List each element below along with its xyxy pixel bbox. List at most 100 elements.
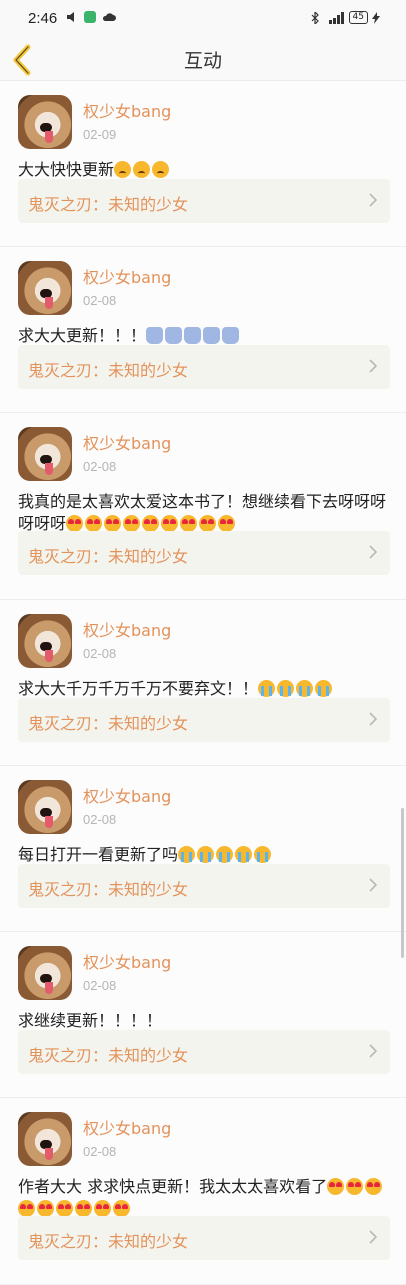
app-notification-icon: [84, 11, 96, 23]
username[interactable]: 权少女bang: [83, 783, 171, 807]
chevron-right-icon: [369, 712, 378, 726]
comment-text: 求继续更新！！！！: [18, 1010, 390, 1032]
love-emoji-icon: [327, 1178, 345, 1195]
love-emoji-icon: [346, 1178, 364, 1195]
love-emoji-icon: [113, 1200, 130, 1217]
cry-emoji-icon: [178, 846, 196, 863]
avatar[interactable]: [18, 261, 72, 315]
username[interactable]: 权少女bang: [83, 1115, 171, 1139]
cry-emoji-icon: [315, 680, 333, 697]
chevron-right-icon: [369, 1230, 378, 1244]
book-title: 鬼灭之刃：未知的少女: [28, 1046, 189, 1065]
list-item: 权少女bang 02-08 求继续更新！！！！ 鬼灭之刃：未知的少女: [0, 932, 406, 1098]
cry-emoji-icon: [258, 680, 276, 697]
status-right-icons: 45: [311, 11, 380, 24]
comment-date: 02-08: [83, 812, 117, 827]
love-emoji-icon: [161, 515, 179, 532]
book-title: 鬼灭之刃：未知的少女: [28, 547, 189, 566]
list-item: 权少女bang 02-08 求大大千万千万千万不要弃文！！ 鬼灭之刃：未知的少女: [0, 600, 406, 766]
love-emoji-icon: [94, 1200, 111, 1217]
book-link[interactable]: 鬼灭之刃：未知的少女: [18, 1216, 390, 1260]
comment-date: 02-08: [83, 293, 117, 308]
username[interactable]: 权少女bang: [83, 98, 171, 122]
list-item: 权少女bang 02-08 作者大大 求求快点更新！我太太太喜欢看了 鬼灭之刃：…: [0, 1098, 406, 1285]
list-item: 权少女bang 02-08 我真的是太喜欢太爱这本书了！想继续看下去呀呀呀呀呀呀…: [0, 413, 406, 600]
username[interactable]: 权少女bang: [83, 949, 171, 973]
chevron-right-icon: [369, 1044, 378, 1058]
chevron-right-icon: [369, 545, 378, 559]
love-emoji-icon: [142, 515, 160, 532]
chevron-right-icon: [369, 193, 378, 207]
comment-date: 02-09: [83, 127, 117, 142]
list-item: 权少女bang 02-09 大大快快更新 鬼灭之刃：未知的少女: [0, 81, 406, 247]
cry-emoji-icon: [254, 846, 272, 863]
avatar[interactable]: [18, 95, 72, 149]
cry-emoji-icon: [197, 846, 215, 863]
book-link[interactable]: 鬼灭之刃：未知的少女: [18, 179, 390, 223]
sad-emoji-icon: [114, 161, 132, 178]
avatar[interactable]: [18, 427, 72, 481]
cry-emoji-icon: [296, 680, 314, 697]
comment-text-body: 大大快快更新: [18, 160, 115, 179]
chevron-right-icon: [369, 359, 378, 373]
love-emoji-icon: [180, 515, 198, 532]
volume-icon: [67, 12, 74, 22]
top-bar: 互动: [0, 40, 406, 81]
comment-list: 权少女bang 02-09 大大快快更新 鬼灭之刃：未知的少女 权少女bang …: [0, 81, 406, 1285]
avatar[interactable]: [18, 946, 72, 1000]
book-link[interactable]: 鬼灭之刃：未知的少女: [18, 345, 390, 389]
comment-date: 02-08: [83, 1144, 117, 1159]
cry-emoji-icon: [235, 846, 253, 863]
avatar[interactable]: [18, 780, 72, 834]
love-emoji-icon: [218, 515, 236, 532]
page-title: 互动: [183, 50, 222, 72]
status-time: 2:46: [28, 10, 58, 27]
book-title: 鬼灭之刃：未知的少女: [28, 195, 189, 214]
pray-emoji-icon: [222, 327, 240, 344]
cry-emoji-icon: [216, 846, 234, 863]
love-emoji-icon: [56, 1200, 73, 1217]
comment-text: 作者大大 求求快点更新！我太太太喜欢看了: [18, 1176, 390, 1220]
love-emoji-icon: [37, 1200, 54, 1217]
avatar[interactable]: [18, 614, 72, 668]
charging-icon: [372, 11, 380, 24]
book-link[interactable]: 鬼灭之刃：未知的少女: [18, 698, 390, 742]
love-emoji-icon: [365, 1178, 383, 1195]
username[interactable]: 权少女bang: [83, 430, 171, 454]
comment-date: 02-08: [83, 978, 117, 993]
book-title: 鬼灭之刃：未知的少女: [28, 880, 189, 899]
username[interactable]: 权少女bang: [83, 617, 171, 641]
comment-text: 每日打开一看更新了吗: [18, 844, 390, 866]
comment-text-body: 求大大更新！！！: [18, 326, 147, 345]
bluetooth-icon: [311, 11, 319, 24]
love-emoji-icon: [18, 1200, 35, 1217]
book-link[interactable]: 鬼灭之刃：未知的少女: [18, 864, 390, 908]
avatar[interactable]: [18, 1112, 72, 1166]
list-item: 权少女bang 02-08 每日打开一看更新了吗 鬼灭之刃：未知的少女: [0, 766, 406, 932]
list-item: 权少女bang 02-08 求大大更新！！！ 鬼灭之刃：未知的少女: [0, 247, 406, 413]
comment-text: 求大大千万千万千万不要弃文！！: [18, 678, 390, 700]
status-left-icons: [66, 11, 116, 23]
scrollbar[interactable]: [401, 808, 404, 958]
status-bar: 2:46 45: [0, 0, 406, 40]
pray-emoji-icon: [203, 327, 221, 344]
pray-emoji-icon: [165, 327, 183, 344]
cloud-icon: [102, 13, 116, 21]
book-link[interactable]: 鬼灭之刃：未知的少女: [18, 1030, 390, 1074]
comment-text: 大大快快更新: [18, 159, 390, 181]
sad-emoji-icon: [152, 161, 170, 178]
comment-text-body: 每日打开一看更新了吗: [18, 845, 179, 864]
username[interactable]: 权少女bang: [83, 264, 171, 288]
battery-icon: 45: [348, 11, 368, 24]
love-emoji-icon: [66, 515, 84, 532]
book-title: 鬼灭之刃：未知的少女: [28, 1232, 189, 1251]
love-emoji-icon: [104, 515, 122, 532]
love-emoji-icon: [199, 515, 217, 532]
pray-emoji-icon: [184, 327, 202, 344]
sad-emoji-icon: [133, 161, 151, 178]
signal-icon: [328, 11, 344, 24]
book-link[interactable]: 鬼灭之刃：未知的少女: [18, 531, 390, 575]
comment-date: 02-08: [83, 459, 117, 474]
comment-text-body: 求继续更新！！！！: [18, 1011, 163, 1030]
comment-date: 02-08: [83, 646, 117, 661]
